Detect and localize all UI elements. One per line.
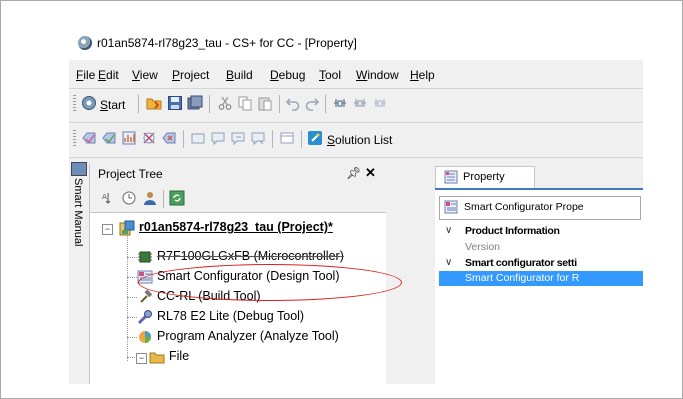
menu-file[interactable]: File (76, 68, 95, 82)
microcontroller-icon (138, 251, 152, 263)
toolbar-separator (325, 95, 326, 113)
divider (69, 88, 643, 89)
undo-icon[interactable] (285, 95, 301, 111)
microcontroller-label: R7F100GLGxFB (Microcontroller) (157, 249, 344, 263)
debug-tool-icon (137, 310, 152, 325)
toolbar-separator (209, 95, 210, 113)
menu-bar: File Edit View Project Build Debug Tool … (69, 64, 643, 86)
rebuild-icon[interactable] (101, 130, 117, 146)
category-label: Product Information (465, 225, 560, 237)
start-icon (82, 96, 96, 110)
menu-view[interactable]: View (132, 68, 158, 82)
user-icon[interactable] (142, 190, 158, 206)
property-tab-label: Property (463, 171, 505, 183)
side-tab-label: Smart Manual (72, 178, 84, 247)
save-icon[interactable] (167, 95, 183, 111)
cs-plus-window: r01an5874-rl78g23_tau - CS+ for CC - [Pr… (69, 26, 643, 384)
property-target-selector[interactable]: Smart Configurator Prope (439, 196, 641, 220)
menu-build[interactable]: Build (226, 68, 253, 82)
clean-icon[interactable] (141, 130, 157, 146)
menu-edit[interactable]: Edit (98, 68, 119, 82)
find-prev-icon[interactable] (372, 95, 388, 111)
collapse-toggle[interactable]: − (102, 224, 113, 235)
menu-debug[interactable]: Debug (270, 68, 305, 82)
file-label: File (169, 349, 190, 363)
layout-icon[interactable] (279, 130, 295, 146)
hammer-icon (140, 289, 153, 303)
toolbar-separator (272, 130, 273, 148)
menu-window[interactable]: Window (356, 68, 399, 82)
main-toolbar: Start (69, 90, 643, 118)
window-title: r01an5874-rl78g23_tau - CS+ for CC - [Pr… (97, 36, 357, 50)
solution-list-icon (308, 131, 322, 145)
toolbar-separator (301, 130, 302, 148)
analyzer-icon (139, 331, 151, 343)
download-icon[interactable] (161, 130, 177, 146)
property-row-version[interactable]: Version (439, 240, 643, 255)
toolbar-separator (279, 95, 280, 113)
smart-configurator-icon (444, 200, 458, 214)
redo-icon[interactable] (304, 95, 320, 111)
build-chart-icon[interactable] (121, 130, 137, 146)
solution-list-button[interactable]: Solution List (327, 133, 392, 147)
project-tree-title: Project Tree (98, 167, 163, 181)
refresh-icon[interactable] (169, 190, 185, 206)
start-button[interactable]: Start (100, 98, 125, 112)
tab-property[interactable]: Property (435, 166, 535, 189)
sort-icon[interactable]: A (98, 190, 114, 206)
menu-tool[interactable]: Tool (319, 68, 341, 82)
menu-help[interactable]: Help (410, 68, 435, 82)
prev-comment-icon[interactable] (250, 130, 266, 146)
category-label: Smart configurator setti (465, 257, 577, 269)
toolbar-separator (138, 95, 139, 113)
paste-icon[interactable] (257, 95, 273, 111)
toolbar-grip[interactable] (73, 130, 76, 148)
project-tree-header: Project Tree 📌︎ ✕ (90, 164, 386, 184)
find-next-icon[interactable] (352, 95, 368, 111)
window-icon[interactable] (190, 130, 206, 146)
smart-manual-icon (71, 162, 87, 176)
property-panel: Smart Configurator Prope ∨ Product Infor… (435, 188, 643, 384)
save-all-icon[interactable] (187, 95, 203, 111)
category-smart-configurator-settings[interactable]: ∨ Smart configurator setti (439, 256, 643, 271)
folder-icon (149, 352, 165, 364)
clock-icon[interactable] (121, 190, 137, 206)
comment-icon[interactable] (210, 130, 226, 146)
property-row-selected[interactable]: Smart Configurator for R (439, 271, 643, 286)
pin-icon[interactable]: 📌︎ (346, 166, 361, 180)
expand-chevron-icon[interactable]: ∨ (445, 225, 452, 236)
property-grid: ∨ Product Information Version ∨ Smart co… (439, 222, 643, 382)
project-label: r01an5874-rl78g23_tau (Project)* (139, 220, 333, 234)
divider (69, 157, 643, 158)
menu-project[interactable]: Project (172, 68, 209, 82)
project-icon (119, 220, 135, 236)
file-collapse-toggle[interactable]: − (136, 353, 147, 364)
smart-manual-side-tab[interactable]: Smart Manual (69, 162, 90, 384)
property-icon (444, 170, 458, 184)
close-icon[interactable]: ✕ (365, 165, 376, 181)
property-label: Smart Configurator for R (465, 272, 580, 284)
cut-icon[interactable] (217, 95, 233, 111)
expand-chevron-icon[interactable]: ∨ (445, 257, 452, 268)
project-toolbar: Solution List (69, 125, 643, 153)
app-icon (78, 36, 92, 50)
title-bar: r01an5874-rl78g23_tau - CS+ for CC - [Pr… (69, 26, 643, 60)
toolbar-grip[interactable] (73, 95, 76, 113)
project-tree-toolbar: A (90, 186, 386, 210)
property-label: Version (465, 241, 501, 253)
debug-tool-label: RL78 E2 Lite (Debug Tool) (157, 309, 305, 323)
toolbar-separator (163, 190, 164, 208)
open-project-icon[interactable] (146, 95, 162, 111)
copy-icon[interactable] (237, 95, 253, 111)
category-product-information[interactable]: ∨ Product Information (439, 224, 643, 239)
next-comment-icon[interactable] (230, 130, 246, 146)
highlight-oval (138, 264, 402, 301)
find-icon[interactable] (332, 95, 348, 111)
toolbar-separator (183, 130, 184, 148)
analyze-tool-label: Program Analyzer (Analyze Tool) (157, 329, 339, 343)
build-icon[interactable] (81, 130, 97, 146)
divider (69, 122, 643, 123)
svg-text:A: A (102, 193, 107, 201)
property-target-label: Smart Configurator Prope (464, 201, 584, 213)
